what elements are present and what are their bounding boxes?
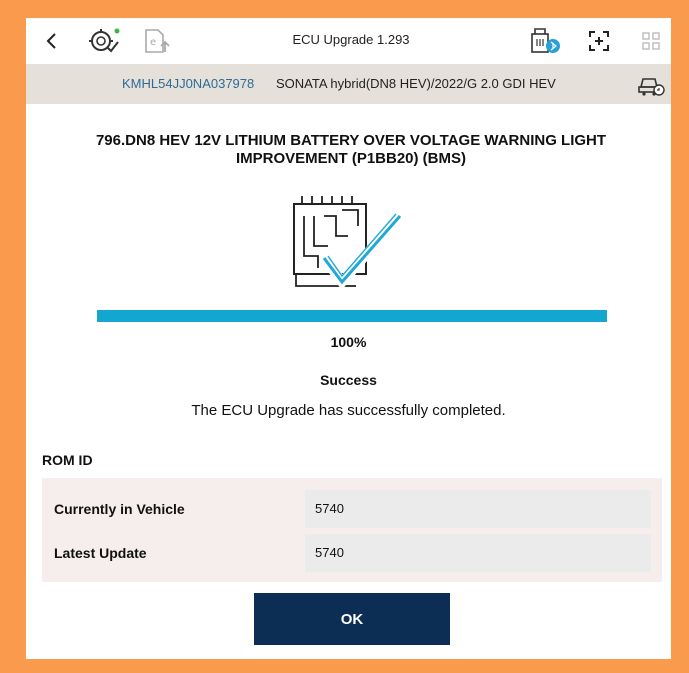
vin-link[interactable]: KMHL54JJ0NA037978 — [122, 64, 254, 104]
progress-bar — [97, 310, 607, 322]
rom-value: 5740 — [305, 490, 651, 528]
car-settings-icon[interactable] — [637, 73, 665, 102]
vehicle-diagnosis-icon[interactable] — [86, 26, 122, 56]
top-toolbar: e ECU Upgrade 1.293 — [26, 18, 671, 64]
e-document-upload-icon[interactable]: e — [140, 26, 172, 56]
bluetooth-vci-icon[interactable] — [526, 26, 564, 56]
progress-fill — [97, 310, 607, 322]
ecu-success-icon — [288, 196, 410, 297]
page-title: ECU Upgrade 1.293 — [292, 32, 410, 47]
grid-menu-icon[interactable] — [638, 26, 664, 56]
rom-row-latest: Latest Update 5740 — [42, 534, 662, 572]
vehicle-info-bar: KMHL54JJ0NA037978 SONATA hybrid(DN8 HEV)… — [26, 64, 671, 104]
upgrade-title: 796.DN8 HEV 12V LITHIUM BATTERY OVER VOL… — [95, 132, 607, 167]
svg-text:e: e — [150, 37, 156, 48]
rom-id-table: Currently in Vehicle 5740 Latest Update … — [42, 478, 662, 582]
status-message: The ECU Upgrade has successfully complet… — [191, 402, 506, 419]
rom-value: 5740 — [305, 534, 651, 572]
progress-percent: 100% — [330, 334, 367, 350]
rom-row-current: Currently in Vehicle 5740 — [42, 490, 662, 528]
back-chevron-icon[interactable] — [38, 26, 66, 56]
rom-id-heading: ROM ID — [42, 452, 93, 468]
ok-button[interactable]: OK — [254, 593, 450, 645]
rom-label: Currently in Vehicle — [54, 501, 185, 517]
status-text: Success — [320, 372, 377, 388]
rom-label: Latest Update — [54, 545, 147, 561]
screen-capture-icon[interactable] — [584, 26, 614, 56]
vehicle-name: SONATA hybrid(DN8 HEV)/2022/G 2.0 GDI HE… — [276, 76, 556, 91]
app-screen: e ECU Upgrade 1.293 KMHL54JJ0NA037978 SO… — [26, 18, 671, 659]
